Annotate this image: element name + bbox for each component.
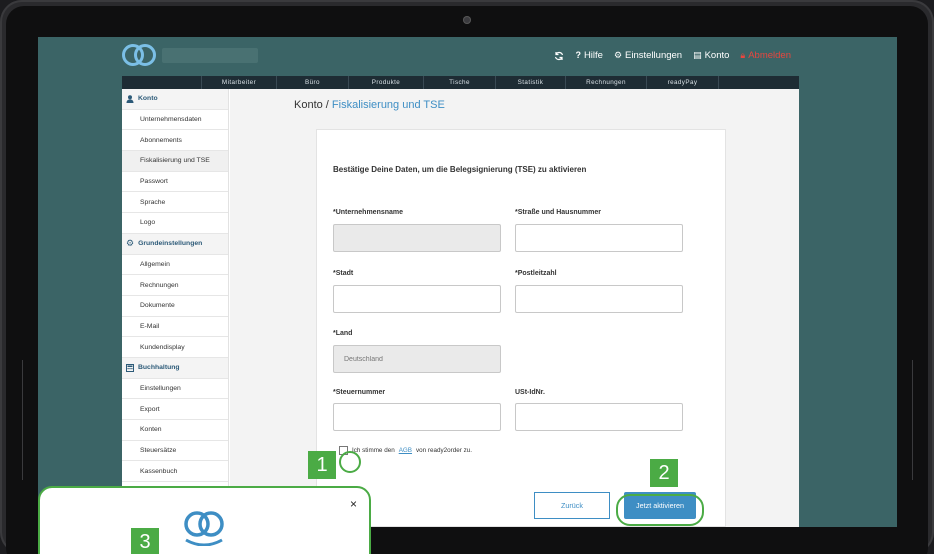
nav-item-rechnungen[interactable]: Rechnungen: [566, 76, 647, 89]
terms-agb-link[interactable]: AGB: [399, 447, 412, 454]
form-heading: Bestätige Deine Daten, um die Belegsigni…: [333, 165, 587, 174]
nav-item-buero[interactable]: Büro: [277, 76, 349, 89]
document-icon: ▤: [693, 50, 702, 60]
sidebar-item-abonnements[interactable]: Abonnements: [122, 130, 228, 152]
top-header: ? Hilfe ⚙ Einstellungen ▤ Konto 🔒︎ Abmel…: [38, 37, 897, 76]
breadcrumb-root[interactable]: Konto /: [294, 99, 329, 111]
settings-link[interactable]: ⚙ Einstellungen: [614, 50, 682, 61]
sidebar-item-rechnungen[interactable]: Rechnungen: [122, 275, 228, 296]
city-label: *Stadt: [333, 270, 354, 277]
sidebar-item-email[interactable]: E-Mail: [122, 317, 228, 338]
zip-field[interactable]: [515, 285, 683, 313]
sidebar-item-kundendisplay[interactable]: Kundendisplay: [122, 337, 228, 358]
tax-number-field[interactable]: [333, 403, 501, 431]
help-label: Hilfe: [583, 50, 603, 61]
screen: ? Hilfe ⚙ Einstellungen ▤ Konto 🔒︎ Abmel…: [38, 37, 897, 527]
city-field[interactable]: [333, 285, 501, 313]
sidebar-section-title: Grundeinstellungen: [138, 240, 203, 248]
nav-item-mitarbeiter[interactable]: Mitarbeiter: [202, 76, 277, 89]
main-nav: Mitarbeiter Büro Produkte Tische Statist…: [122, 76, 799, 89]
step-badge-3: 3: [131, 528, 159, 554]
sidebar-section-grundeinstellungen: ⚙ Grundeinstellungen: [122, 233, 228, 255]
breadcrumb-current: Fiskalisierung und TSE: [331, 99, 445, 111]
nav-item-statistik[interactable]: Statistik: [496, 76, 566, 89]
content-panel: Konto Unternehmensdaten Abonnements Fisk…: [122, 89, 799, 527]
back-button[interactable]: Zurück: [534, 492, 610, 519]
terms-text-pre: Ich stimme den: [352, 447, 395, 454]
lock-icon: 🔒︎: [740, 50, 746, 60]
sidebar-item-konten[interactable]: Konten: [122, 420, 228, 441]
sidebar-item-allgemein[interactable]: Allgemein: [122, 255, 228, 276]
sidebar-item-einstellungen[interactable]: Einstellungen: [122, 379, 228, 400]
sidebar-section-title: Buchhaltung: [138, 364, 180, 372]
logout-link[interactable]: 🔒︎ Abmelden: [740, 50, 791, 61]
user-icon: [126, 95, 134, 103]
zip-label: *Postleitzahl: [515, 270, 557, 277]
sidebar-item-passwort[interactable]: Passwort: [122, 172, 228, 193]
header-actions: ? Hilfe ⚙ Einstellungen ▤ Konto 🔒︎ Abmel…: [554, 50, 791, 61]
sidebar-item-kassenbuch[interactable]: Kassenbuch: [122, 461, 228, 483]
sidebar-item-unternehmensdaten[interactable]: Unternehmensdaten: [122, 110, 228, 131]
account-label: Konto: [704, 50, 730, 61]
sidebar-section-konto: Konto: [122, 89, 228, 110]
nav-spacer: [122, 76, 202, 89]
country-label: *Land: [333, 330, 353, 337]
calculator-icon: [126, 363, 134, 372]
gear-icon: ⚙: [613, 50, 623, 60]
camera-dot: [463, 16, 471, 24]
vat-id-field[interactable]: [515, 403, 683, 431]
refresh-button[interactable]: [554, 51, 564, 61]
close-icon[interactable]: ×: [350, 497, 357, 511]
highlight-ring-activate: [616, 494, 704, 526]
highlight-ring-checkbox: [339, 451, 361, 473]
brand-logo: [122, 44, 156, 66]
device-frame: ? Hilfe ⚙ Einstellungen ▤ Konto 🔒︎ Abmel…: [0, 0, 934, 554]
bezel-divider: [22, 360, 23, 480]
sidebar-item-export[interactable]: Export: [122, 399, 228, 420]
page-title: Konto / Fiskalisierung und TSE: [294, 99, 445, 111]
sidebar-item-steuersaetze[interactable]: Steuersätze: [122, 441, 228, 462]
bezel-divider: [912, 360, 913, 480]
nav-item-readypay[interactable]: readyPay: [647, 76, 719, 89]
tax-number-label: *Steuernummer: [333, 389, 386, 396]
brand-logo: [184, 511, 224, 546]
sidebar-item-fiskalisierung[interactable]: Fiskalisierung und TSE: [122, 151, 228, 172]
tutorial-popup: × 3: [38, 486, 371, 554]
step-badge-2: 2: [650, 459, 678, 487]
step-badge-1: 1: [308, 451, 336, 479]
settings-sidebar: Konto Unternehmensdaten Abonnements Fisk…: [122, 89, 229, 527]
terms-text-post: von ready2order zu.: [416, 447, 473, 454]
street-label: *Straße und Hausnummer: [515, 209, 601, 216]
sidebar-item-logo[interactable]: Logo: [122, 213, 228, 234]
street-field[interactable]: [515, 224, 683, 252]
gears-icon: ⚙: [126, 238, 135, 249]
logout-label: Abmelden: [748, 50, 791, 61]
sidebar-section-buchhaltung: Buchhaltung: [122, 357, 228, 379]
nav-item-produkte[interactable]: Produkte: [349, 76, 424, 89]
country-field[interactable]: [333, 345, 501, 373]
refresh-icon: [555, 51, 564, 60]
company-field[interactable]: [333, 224, 501, 252]
company-label: *Unternehmensname: [333, 209, 404, 216]
account-link[interactable]: ▤ Konto: [693, 50, 729, 61]
settings-label: Einstellungen: [625, 50, 683, 61]
account-name-blurred: [162, 48, 258, 63]
question-icon: ?: [575, 50, 581, 60]
sidebar-item-dokumente[interactable]: Dokumente: [122, 296, 228, 317]
help-link[interactable]: ? Hilfe: [575, 50, 603, 61]
terms-agreement: Ich stimme den AGB von ready2order zu.: [339, 446, 472, 455]
sidebar-item-sprache[interactable]: Sprache: [122, 192, 228, 214]
sidebar-section-title: Konto: [138, 95, 158, 103]
vat-id-label: USt-IdNr.: [515, 389, 545, 396]
nav-item-tische[interactable]: Tische: [424, 76, 496, 89]
